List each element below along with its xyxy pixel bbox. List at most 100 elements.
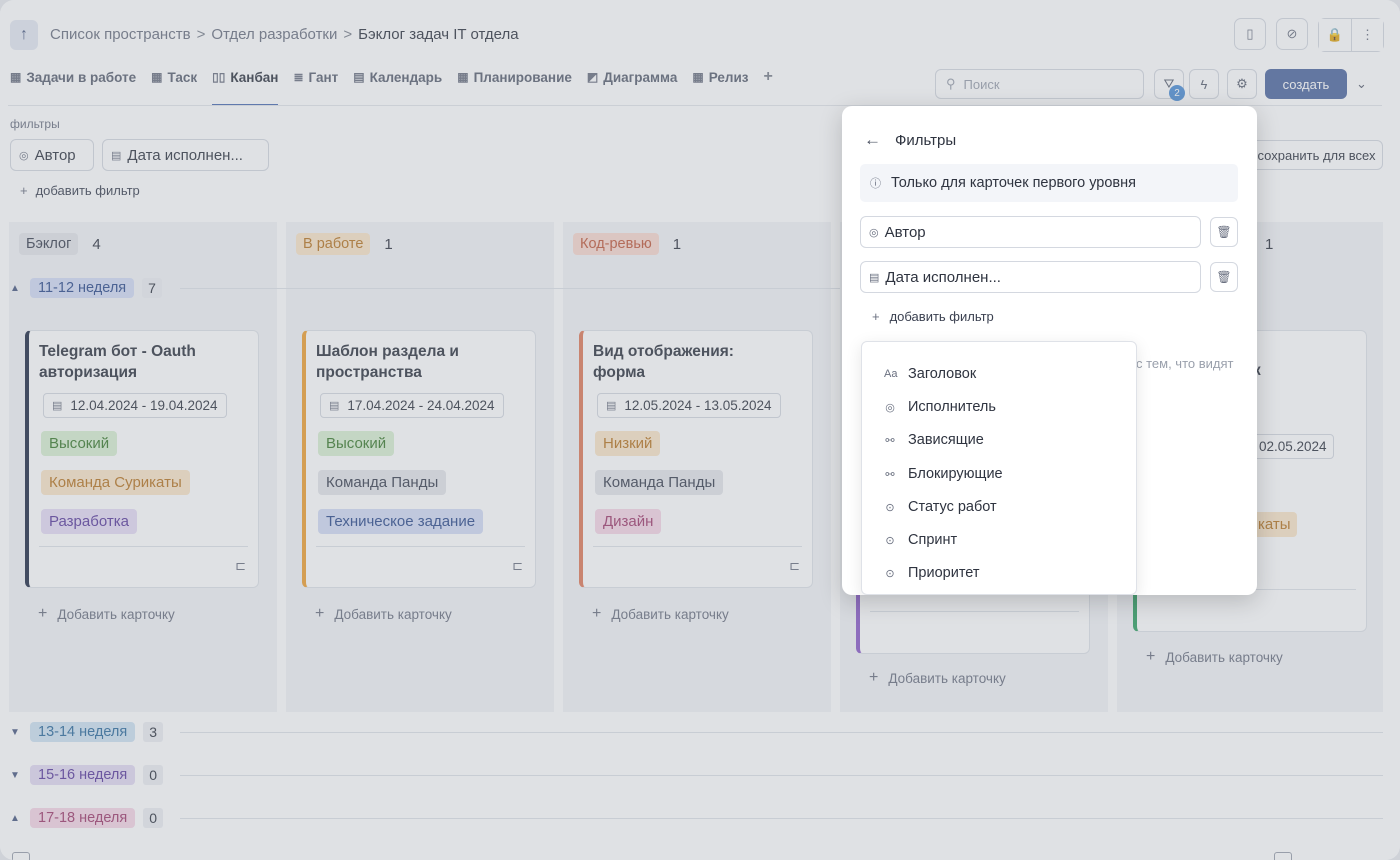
note-text: Только для карточек первого уровня bbox=[891, 175, 1136, 191]
group-row[interactable]: ▼ 15-16 неделя 0 bbox=[10, 763, 164, 787]
tab-label: Таск bbox=[167, 70, 198, 85]
group-label: 15-16 неделя bbox=[30, 765, 136, 785]
tab-kanban[interactable]: ▯▯ Канбан bbox=[212, 68, 279, 106]
calendar-icon: ▤ bbox=[329, 400, 340, 412]
dropdown-item-work-status[interactable]: ⊙ Статус работ bbox=[884, 499, 996, 515]
lock-icon: 🔒 bbox=[1326, 27, 1344, 42]
tab-label: Планирование bbox=[473, 70, 572, 85]
tab-planning[interactable]: ▦ Планирование bbox=[457, 68, 572, 106]
dropdown-item-sprint[interactable]: ⊙ Спринт bbox=[884, 532, 957, 548]
add-view-button[interactable]: + bbox=[763, 68, 772, 106]
search-icon: ⚲ bbox=[946, 76, 956, 91]
toolbar-icons: ▯ ⊘ 🔒 ⋮ bbox=[1234, 18, 1384, 52]
create-button[interactable]: создать bbox=[1265, 69, 1347, 99]
filter-field-due-date[interactable]: ▤ Дата исполнен... bbox=[860, 261, 1201, 293]
add-card-button[interactable]: + Добавить карточку bbox=[38, 605, 175, 623]
select-icon: ⊙ bbox=[885, 534, 895, 547]
status-pill: Код-ревью bbox=[573, 233, 659, 255]
tab-label: Канбан bbox=[230, 70, 279, 85]
filter-field-label: Дата исполнен... bbox=[885, 268, 1001, 286]
group-divider bbox=[180, 288, 840, 289]
add-card-button[interactable]: + Добавить карточку bbox=[315, 606, 452, 623]
table-icon: ▦ bbox=[692, 70, 704, 84]
task-card[interactable]: Telegram бот - Oauth авторизация ▤ 12.04.2… bbox=[25, 330, 259, 588]
add-filter-label: добавить фильтр bbox=[35, 183, 140, 198]
tab-label: Задачи в работе bbox=[26, 70, 137, 85]
category-tag: Техническое задание bbox=[318, 509, 484, 534]
back-button[interactable]: ↑ bbox=[10, 20, 38, 50]
tab-label: Диаграмма bbox=[603, 70, 678, 85]
delete-filter-button[interactable]: 🗑 bbox=[1210, 262, 1238, 292]
card-divider bbox=[870, 611, 1079, 612]
text-icon: Aa bbox=[884, 368, 898, 380]
filter-field-dropdown: Aa Заголовок ◎ Исполнитель ⚯ Зависящие ⚯ Бло… bbox=[861, 341, 1137, 595]
card-title: Вид отображения: форма bbox=[593, 343, 734, 381]
tab-calendar[interactable]: ▤ Календарь bbox=[353, 68, 442, 106]
panel-add-filter-button[interactable]: + добавить фильтр bbox=[872, 309, 994, 324]
plus-icon: + bbox=[592, 605, 602, 622]
chart-icon: ◩ bbox=[586, 70, 599, 84]
add-column-icon[interactable] bbox=[1274, 852, 1292, 860]
settings-button[interactable]: ⚙ bbox=[1227, 69, 1257, 99]
card-divider bbox=[39, 546, 248, 547]
group-label: 13-14 неделя bbox=[30, 722, 136, 742]
expand-icon: ▼ bbox=[10, 769, 20, 781]
toolbar-group: 🔒 ⋮ bbox=[1318, 18, 1384, 52]
subtask-icon[interactable]: ⊏ bbox=[235, 558, 246, 574]
group-row[interactable]: ▲ 17-18 неделя 0 bbox=[10, 806, 164, 830]
more-button[interactable]: ⋮ bbox=[1351, 19, 1383, 51]
tab-task[interactable]: ▦ Таск bbox=[151, 68, 197, 106]
link-button[interactable]: ⊘ bbox=[1276, 18, 1308, 50]
breadcrumb-item-department[interactable]: Отдел разработки bbox=[211, 26, 337, 43]
lock-button[interactable]: 🔒 bbox=[1319, 19, 1351, 51]
search-input[interactable]: ⚲ Поиск bbox=[935, 69, 1144, 99]
bolt-icon: ϟ bbox=[1200, 76, 1208, 92]
group-count: 3 bbox=[143, 722, 164, 742]
breadcrumb-item-spaces[interactable]: Список пространств bbox=[50, 26, 191, 43]
bookmark-button[interactable]: ▯ bbox=[1234, 18, 1266, 50]
arrow-left-icon[interactable]: ← bbox=[864, 130, 881, 150]
tab-release[interactable]: ▦ Релиз bbox=[692, 68, 748, 106]
status-pill: В работе bbox=[296, 233, 371, 255]
chevron-down-icon[interactable]: ⌄ bbox=[1356, 76, 1367, 92]
subtask-icon[interactable]: ⊏ bbox=[512, 558, 523, 574]
add-card-button[interactable]: + Добавить карточку bbox=[869, 669, 1006, 687]
subtask-icon[interactable]: ⊏ bbox=[789, 558, 800, 574]
group-row[interactable]: ▼ 13-14 неделя 3 bbox=[10, 720, 164, 744]
delete-filter-button[interactable]: 🗑 bbox=[1210, 217, 1238, 247]
dropdown-item-dependent[interactable]: ⚯ Зависящие bbox=[884, 432, 983, 448]
tab-diagram[interactable]: ◩ Диаграмма bbox=[587, 68, 677, 106]
dropdown-item-priority[interactable]: ⊙ Приоритет bbox=[884, 565, 979, 581]
card-date: ▤ 12.04.2024 - 19.04.2024 bbox=[43, 393, 227, 418]
dropdown-item-assignee[interactable]: ◎ Исполнитель bbox=[884, 399, 996, 415]
calendar-icon: ▤ bbox=[353, 70, 365, 84]
dropdown-item-blocking[interactable]: ⚯ Блокирующие bbox=[884, 466, 1002, 482]
plus-icon: + bbox=[38, 605, 48, 622]
add-filter-button[interactable]: + добавить фильтр bbox=[20, 183, 140, 198]
add-card-button[interactable]: + Добавить карточку bbox=[1146, 649, 1283, 666]
dropdown-item-title[interactable]: Aa Заголовок bbox=[884, 366, 976, 382]
more-icon: ⋮ bbox=[1361, 27, 1374, 42]
automation-button[interactable]: ϟ bbox=[1189, 69, 1219, 99]
group-row[interactable]: ▲ 11-12 неделя 7 bbox=[10, 276, 162, 300]
task-card[interactable]: Вид отображения: форма ▤ 12.05.2024 - 13.0… bbox=[579, 330, 813, 588]
tab-tasks-in-progress[interactable]: ▦ Задачи в работе bbox=[10, 68, 136, 106]
link-icon: ⊘ bbox=[1286, 26, 1298, 41]
team-tag: Команда Сурикаты bbox=[41, 470, 190, 495]
add-group-icon[interactable] bbox=[12, 852, 30, 860]
group-count: 0 bbox=[143, 765, 164, 785]
filter-chip-label: Дата исполнен... bbox=[127, 146, 243, 164]
tab-gantt[interactable]: ≣ Гант bbox=[293, 68, 338, 106]
filter-field-author[interactable]: ◎ Автор bbox=[860, 216, 1201, 248]
filter-chip-due-date[interactable]: ▤ Дата исполнен... bbox=[102, 139, 269, 171]
panel-title: Фильтры bbox=[895, 131, 957, 149]
add-card-button[interactable]: + Добавить карточку bbox=[592, 605, 729, 623]
task-card[interactable]: Шаблон раздела и пространства ▤ 17.04.2024… bbox=[302, 330, 536, 588]
filter-chip-author[interactable]: ◎ Автор bbox=[10, 139, 94, 171]
panel-header: ← Фильтры bbox=[864, 130, 956, 150]
arrow-up-icon: ↑ bbox=[20, 26, 28, 43]
save-for-all-button[interactable]: сохранить для всех bbox=[1250, 140, 1383, 170]
first-level-note: ⓘ Только для карточек первого уровня bbox=[860, 164, 1238, 202]
plus-icon: + bbox=[869, 669, 879, 686]
select-icon: ⊙ bbox=[885, 567, 895, 580]
